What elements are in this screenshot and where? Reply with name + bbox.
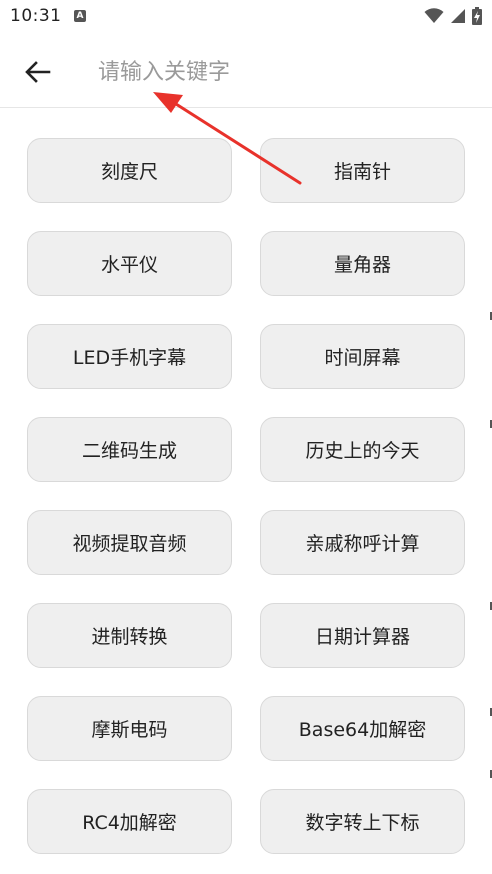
search-bar	[0, 36, 492, 108]
tool-button-level[interactable]: 水平仪	[27, 231, 232, 296]
battery-charging-icon	[472, 7, 482, 25]
notification-a-icon: A	[74, 10, 86, 22]
tool-button-base-convert[interactable]: 进制转换	[27, 603, 232, 668]
status-bar: 10:31 A	[0, 0, 492, 32]
search-input[interactable]	[98, 54, 468, 90]
tool-button-superscript[interactable]: 数字转上下标	[260, 789, 465, 854]
tool-button-ruler[interactable]: 刻度尺	[27, 138, 232, 203]
tool-button-led-subtitle[interactable]: LED手机字幕	[27, 324, 232, 389]
tool-button-base64[interactable]: Base64加解密	[260, 696, 465, 761]
status-time: 10:31	[10, 6, 62, 26]
tool-grid: 刻度尺 指南针 水平仪 量角器 LED手机字幕 时间屏幕 二维码生成 历史上的今…	[27, 138, 465, 854]
tool-button-qr-generate[interactable]: 二维码生成	[27, 417, 232, 482]
tool-button-date-calc[interactable]: 日期计算器	[260, 603, 465, 668]
tool-button-video-audio[interactable]: 视频提取音频	[27, 510, 232, 575]
back-button[interactable]	[20, 54, 56, 90]
arrow-left-icon	[25, 61, 51, 83]
tool-button-history-today[interactable]: 历史上的今天	[260, 417, 465, 482]
wifi-icon	[424, 8, 444, 23]
tool-button-compass[interactable]: 指南针	[260, 138, 465, 203]
tool-button-morse[interactable]: 摩斯电码	[27, 696, 232, 761]
tool-button-rc4[interactable]: RC4加解密	[27, 789, 232, 854]
tool-button-time-screen[interactable]: 时间屏幕	[260, 324, 465, 389]
status-icons	[424, 6, 482, 26]
tool-button-relative-calc[interactable]: 亲戚称呼计算	[260, 510, 465, 575]
tool-button-protractor[interactable]: 量角器	[260, 231, 465, 296]
cell-signal-icon	[451, 9, 465, 23]
